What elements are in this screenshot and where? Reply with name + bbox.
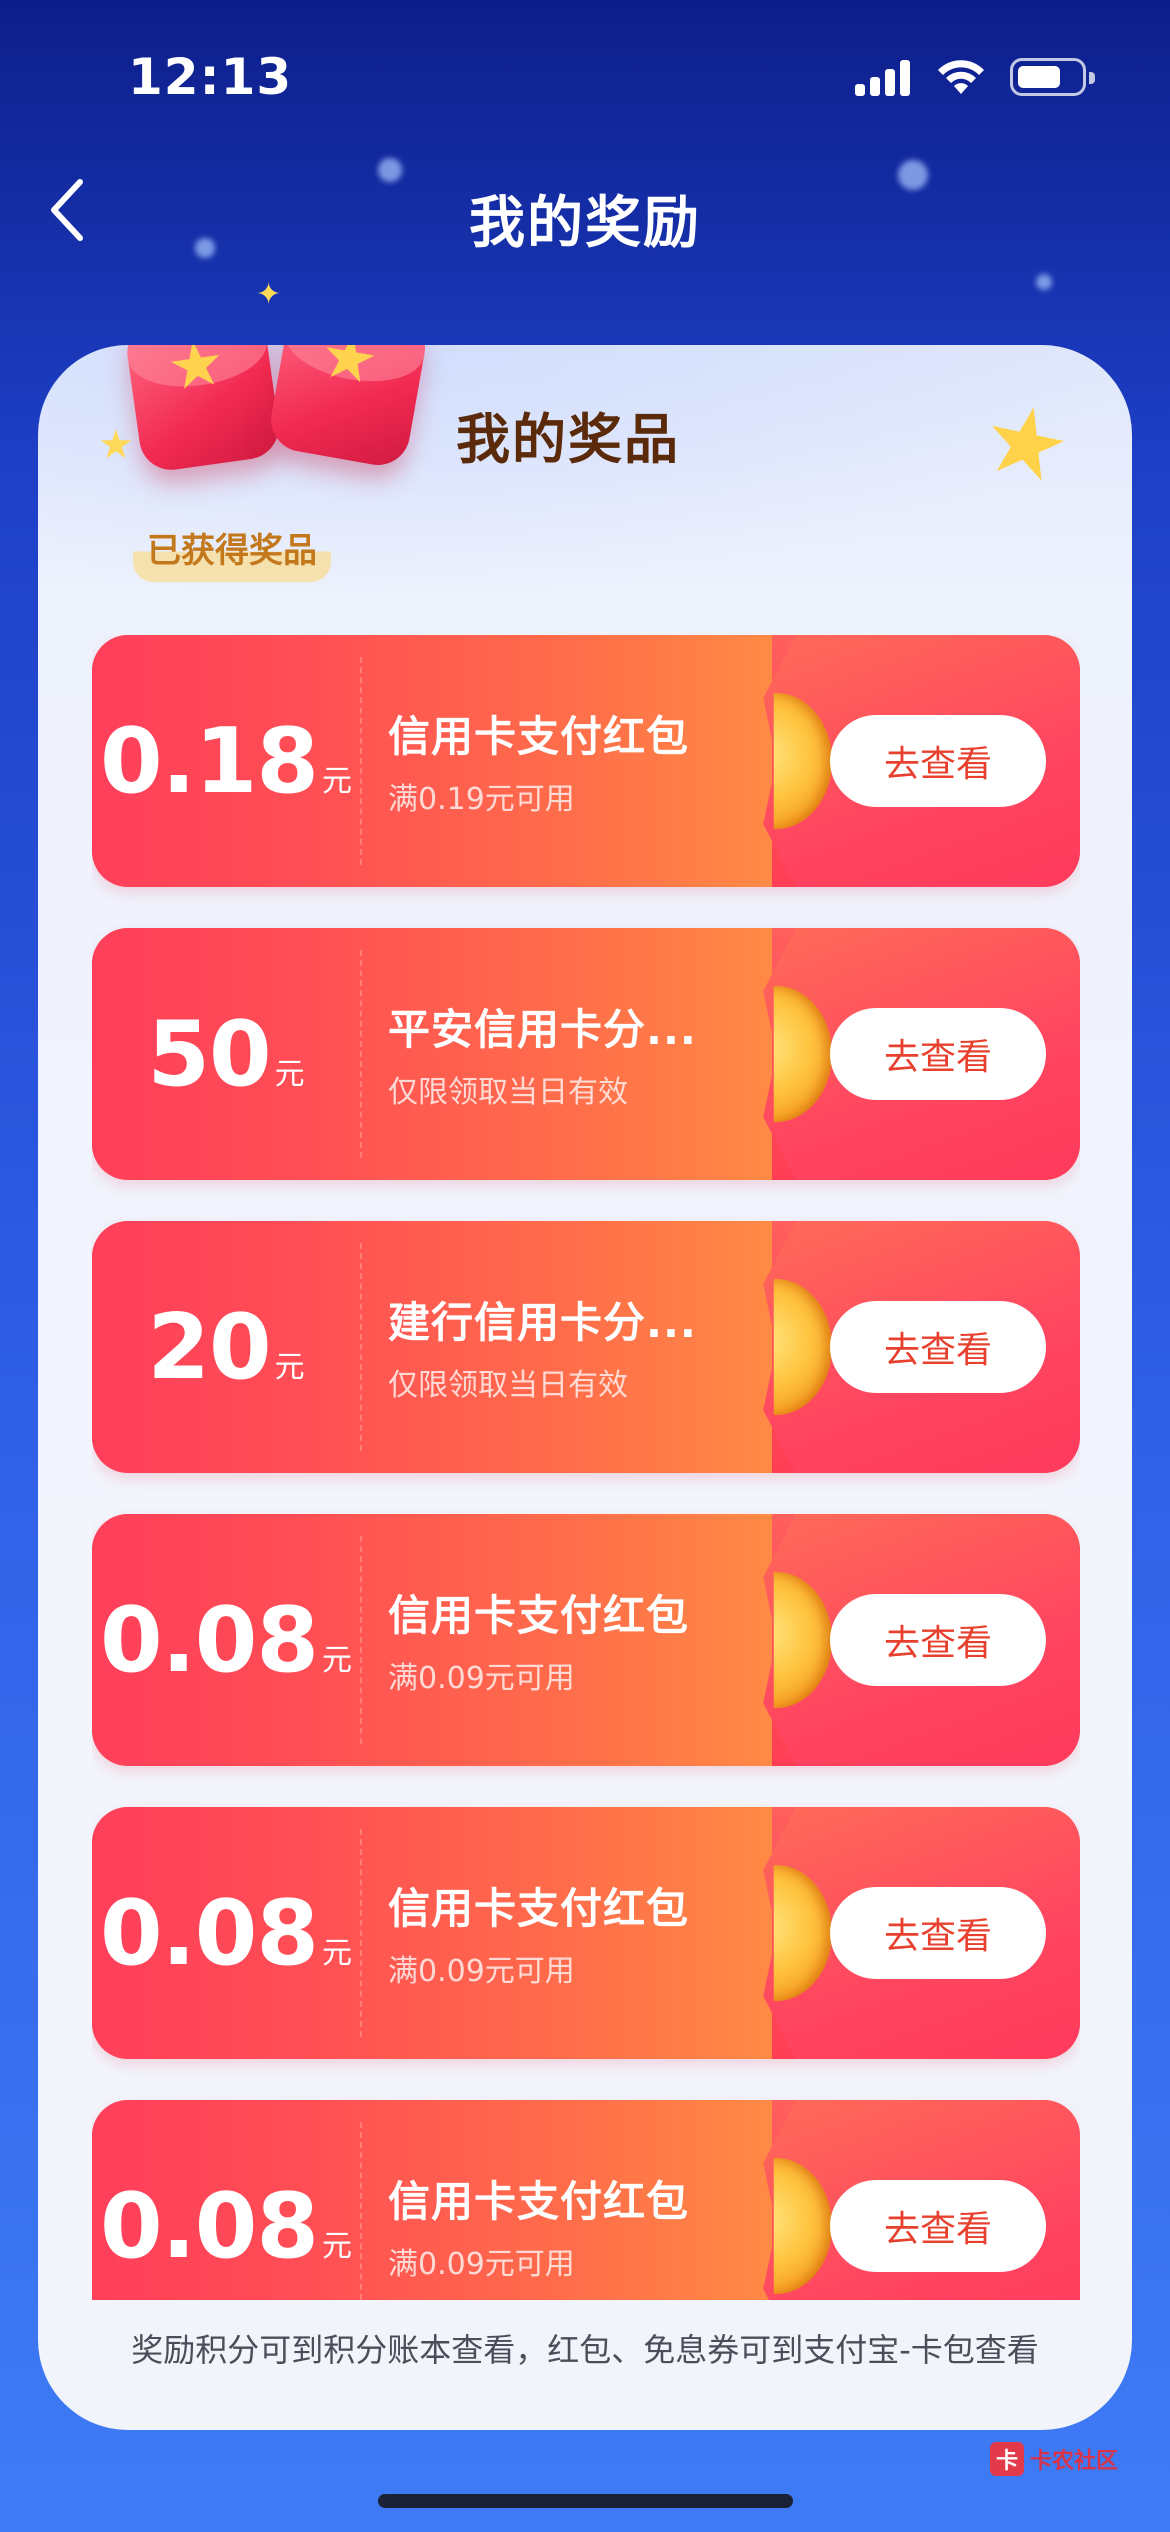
coupon-amount-unit: 元 [322, 764, 353, 799]
coupon-amount-value: 0.08 [99, 1587, 319, 1693]
cellular-signal-icon [855, 60, 911, 96]
coupon-amount-value: 50 [147, 1001, 271, 1107]
coupon-list[interactable]: 0.18 元信用卡支付红包 满0.19元可用 去查看 50 元平安信用卡分... 仅限领取当… [92, 635, 1080, 2300]
background-sparkle [1036, 274, 1052, 290]
battery-icon [1010, 58, 1095, 96]
coupon-amount-value: 20 [147, 1294, 271, 1400]
coupon-amount-value: 0.08 [99, 2173, 319, 2279]
wifi-icon [938, 60, 984, 94]
coupon-card[interactable]: 50 元平安信用卡分... 仅限领取当日有效 去查看 [92, 928, 1080, 1180]
view-coupon-button[interactable]: 去查看 [830, 1594, 1046, 1686]
coupon-amount: 0.08 元 [92, 1807, 360, 2059]
coupon-info: 信用卡支付红包满0.09元可用 [388, 1875, 708, 1990]
small-star-icon: ★ [98, 422, 134, 468]
coupon-card[interactable]: 0.08 元信用卡支付红包满0.09元可用 去查看 [92, 1514, 1080, 1766]
coupon-condition: 仅限领取当日有效 [388, 1368, 628, 1403]
coupon-card[interactable]: 0.18 元信用卡支付红包满0.19元可用 去查看 [92, 635, 1080, 887]
coupon-amount: 20 元 [92, 1221, 360, 1473]
watermark: 卡 卡农社区 [990, 2442, 1118, 2476]
watermark-logo-icon: 卡 [990, 2442, 1024, 2476]
coupon-amount-unit: 元 [274, 1350, 305, 1385]
coupon-name: 信用卡支付红包 [388, 1591, 690, 1640]
coupon-amount-unit: 元 [322, 1936, 353, 1971]
coupon-condition: 满0.09元可用 [388, 2247, 575, 2282]
footer-note: 奖励积分可到积分账本查看，红包、免息券可到支付宝-卡包查看 [131, 2331, 1039, 2369]
coupon-info: 信用卡支付红包满0.09元可用 [388, 1582, 708, 1697]
coupon-condition: 满0.19元可用 [388, 782, 575, 817]
view-coupon-button[interactable]: 去查看 [830, 1887, 1046, 1979]
coupon-amount: 0.08 元 [92, 2100, 360, 2300]
coupon-condition: 满0.09元可用 [388, 1954, 575, 1989]
view-coupon-button[interactable]: 去查看 [830, 1301, 1046, 1393]
coupon-name: 平安信用卡分... [388, 1005, 697, 1054]
rewards-card: ★ ★ ★ ★ 我的奖品 已获得奖品 0.18 元信用卡支付红包 满0.19元可用去… [38, 345, 1132, 2430]
section-subtitle: 已获得奖品 [147, 531, 317, 571]
view-coupon-button[interactable]: 去查看 [830, 2180, 1046, 2272]
coupon-amount-unit: 元 [274, 1057, 305, 1092]
coupon-amount: 0.08 元 [92, 1514, 360, 1766]
page-title: 我的奖励 [469, 191, 701, 256]
coupon-name: 信用卡支付红包 [388, 2177, 690, 2226]
view-coupon-button[interactable]: 去查看 [830, 1008, 1046, 1100]
coupon-condition: 满0.09元可用 [388, 1661, 575, 1696]
coupon-name: 信用卡支付红包 [388, 712, 690, 761]
coupon-info: 平安信用卡分... 仅限领取当日有效 [388, 996, 708, 1111]
coupon-amount-value: 0.18 [99, 708, 319, 814]
coupon-amount: 0.18 元 [92, 635, 360, 887]
red-packet-icon: ★ [123, 345, 283, 475]
home-indicator [378, 2494, 793, 2508]
coupon-amount-value: 0.08 [99, 1880, 319, 1986]
coupon-card[interactable]: 0.08 元信用卡支付红包满0.09元可用 去查看 [92, 2100, 1080, 2300]
coupon-info: 信用卡支付红包满0.19元可用 [388, 703, 708, 818]
watermark-text: 卡农社区 [1030, 2449, 1119, 2474]
coupon-info: 信用卡支付红包满0.09元可用 [388, 2168, 708, 2283]
coupon-amount: 50 元 [92, 928, 360, 1180]
coupon-condition: 仅限领取当日有效 [388, 1075, 628, 1110]
view-coupon-button[interactable]: 去查看 [830, 715, 1046, 807]
coupon-name: 建行信用卡分... [388, 1298, 697, 1347]
coupon-info: 建行信用卡分... 仅限领取当日有效 [388, 1289, 708, 1404]
coupon-amount-unit: 元 [322, 1643, 353, 1678]
coupon-card[interactable]: 0.08 元信用卡支付红包满0.09元可用 去查看 [92, 1807, 1080, 2059]
coupon-name: 信用卡支付红包 [388, 1884, 690, 1933]
status-bar: 12:13 [0, 0, 1170, 150]
sparkle-icon: ✦ [256, 277, 282, 312]
coupon-amount-unit: 元 [322, 2229, 353, 2264]
coupon-card[interactable]: 20 元建行信用卡分... 仅限领取当日有效 去查看 [92, 1221, 1080, 1473]
section-title: 我的奖品 [456, 408, 680, 471]
subtitle-badge: 已获得奖品 [133, 521, 331, 582]
status-time: 12:13 [128, 48, 293, 106]
